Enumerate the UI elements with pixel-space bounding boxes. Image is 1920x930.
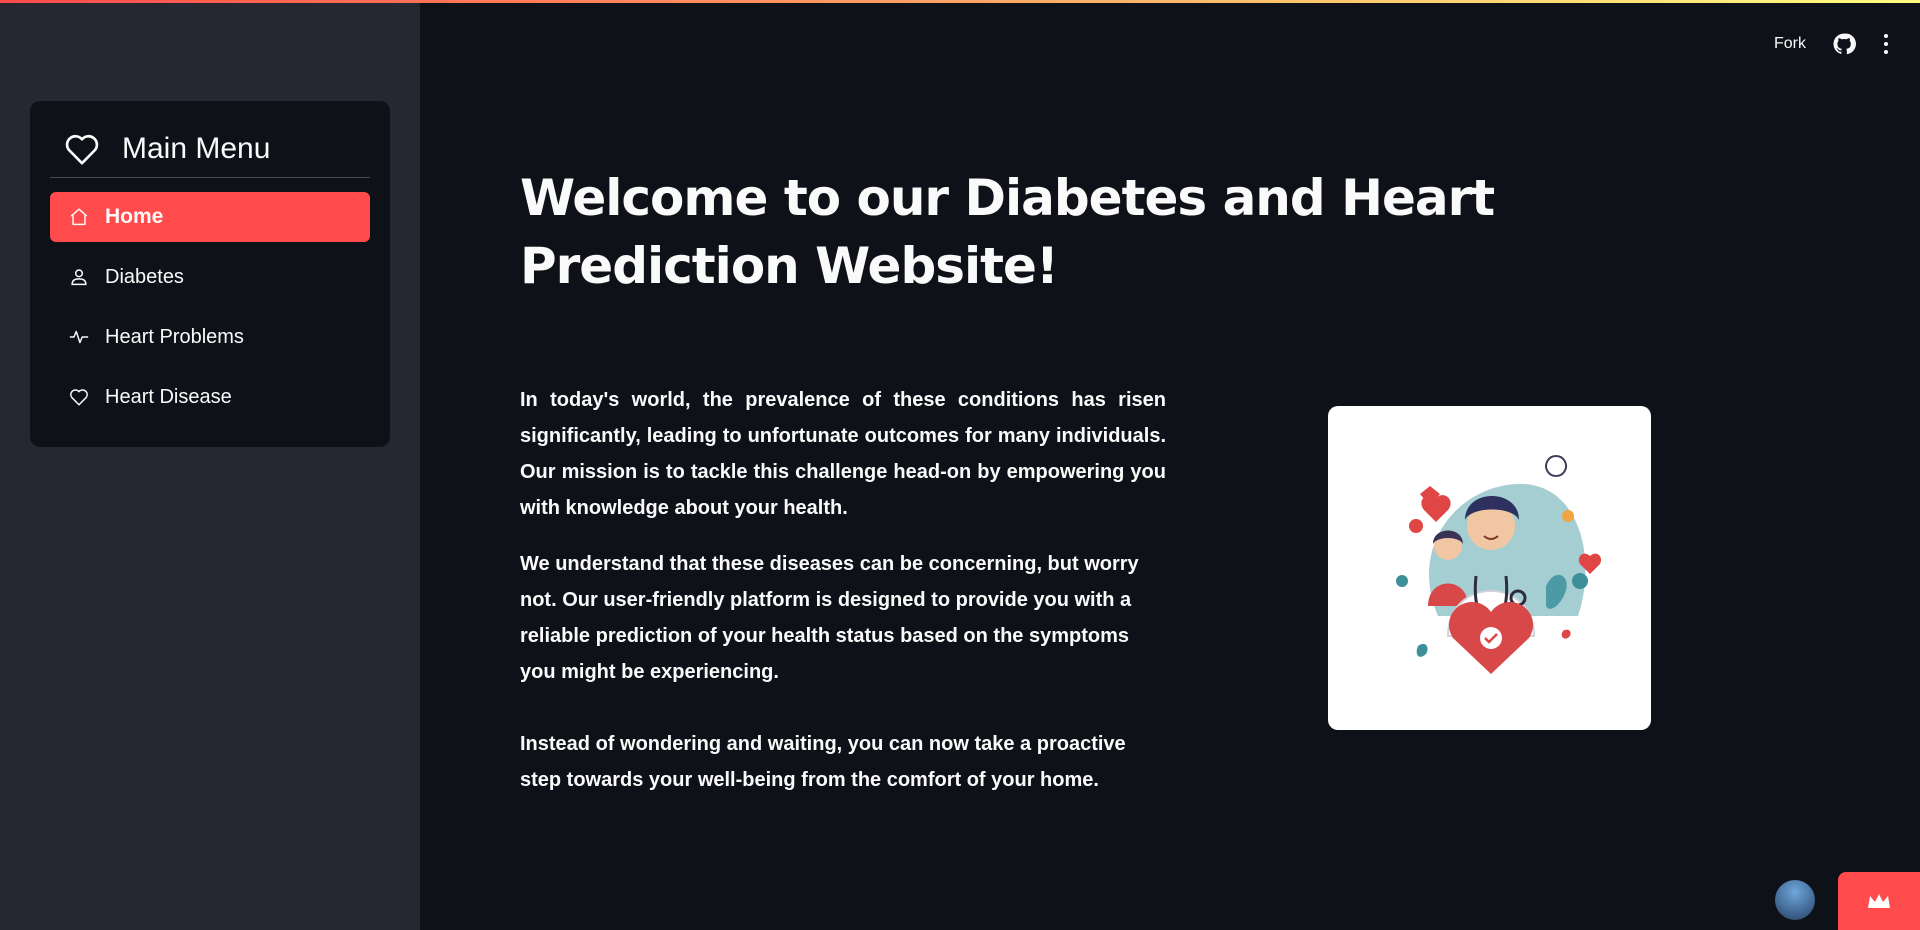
sidebar-item-label: Home bbox=[105, 205, 164, 228]
more-vertical-icon[interactable] bbox=[1882, 33, 1890, 55]
main-menu: Main Menu Home Diabetes Heart Problems H… bbox=[30, 101, 390, 447]
sidebar: Main Menu Home Diabetes Heart Problems H… bbox=[0, 0, 420, 930]
menu-title: Main Menu bbox=[122, 132, 271, 165]
heart-icon bbox=[65, 134, 99, 165]
top-decoration-bar bbox=[0, 0, 1920, 3]
streamlit-badge[interactable] bbox=[1838, 872, 1920, 930]
sidebar-item-heart-problems[interactable]: Heart Problems bbox=[50, 312, 370, 362]
intro-paragraph: In today's world, the prevalence of thes… bbox=[520, 389, 1166, 519]
heart-icon bbox=[70, 389, 88, 406]
house-icon bbox=[70, 208, 88, 226]
sidebar-item-diabetes[interactable]: Diabetes bbox=[50, 252, 370, 302]
activity-icon bbox=[69, 330, 89, 344]
intro-text: In today's world, the prevalence of thes… bbox=[520, 382, 1166, 798]
doctor-heart-illustration bbox=[1396, 455, 1602, 674]
header-toolbar: Fork bbox=[1774, 32, 1890, 56]
sidebar-item-heart-disease[interactable]: Heart Disease bbox=[50, 372, 370, 422]
sidebar-item-label: Heart Problems bbox=[105, 325, 244, 348]
page-title: Welcome to our Diabetes and Heart Predic… bbox=[520, 169, 1495, 295]
sidebar-item-label: Heart Disease bbox=[105, 385, 232, 408]
github-icon[interactable] bbox=[1832, 32, 1856, 56]
person-icon bbox=[71, 269, 87, 286]
crown-icon bbox=[1868, 894, 1890, 908]
fork-button[interactable]: Fork bbox=[1774, 35, 1806, 53]
sidebar-item-label: Diabetes bbox=[105, 265, 184, 288]
menu-header: Main Menu bbox=[50, 121, 370, 178]
intro-paragraph: We understand that these diseases can be… bbox=[520, 553, 1139, 683]
sidebar-item-home[interactable]: Home bbox=[50, 192, 370, 242]
avatar[interactable] bbox=[1775, 880, 1815, 920]
doctor-illustration bbox=[1328, 406, 1651, 730]
intro-paragraph: Instead of wondering and waiting, you ca… bbox=[520, 733, 1126, 791]
